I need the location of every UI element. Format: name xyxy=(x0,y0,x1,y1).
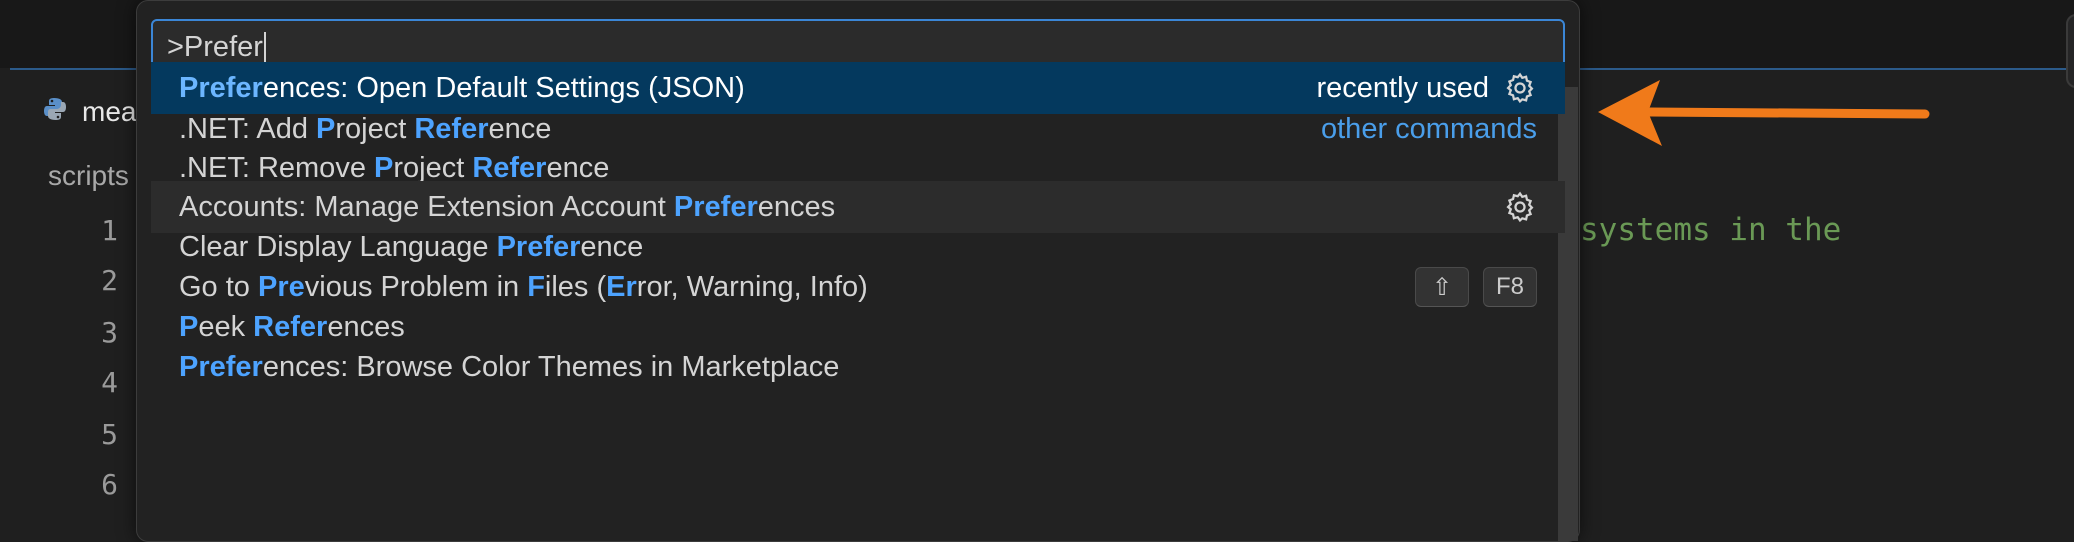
window-scroll-handle[interactable] xyxy=(2066,14,2074,88)
input-text: >Prefer xyxy=(167,31,263,63)
gear-icon[interactable] xyxy=(1503,190,1537,224)
python-icon xyxy=(42,96,68,129)
match-highlight: Er xyxy=(606,270,637,303)
match-highlight: Prefer xyxy=(179,71,263,104)
label-text: vious Problem in xyxy=(304,270,528,303)
match-highlight: Prefer xyxy=(179,350,263,383)
label-text: ror, Warning, Info) xyxy=(636,270,868,303)
line-number: 2 xyxy=(101,264,118,297)
label-text: Accounts: Manage Extension Account xyxy=(179,190,674,223)
label-text: iles ( xyxy=(544,270,607,303)
match-highlight: Pre xyxy=(258,270,305,303)
arrow-left-icon xyxy=(1598,80,1930,146)
gear-icon[interactable] xyxy=(1503,71,1537,105)
other-commands-label: other commands xyxy=(1321,112,1537,145)
label-text: eek xyxy=(198,310,254,343)
label-text: ence xyxy=(488,112,552,145)
line-number: 3 xyxy=(101,316,118,349)
editor-tab[interactable]: mea xyxy=(10,72,140,152)
command-label: Go to Previous Problem in Files (Error, … xyxy=(179,271,868,304)
recently-used-label: recently used xyxy=(1316,71,1490,104)
command-label: Peek References xyxy=(179,311,405,344)
match-highlight: P xyxy=(179,310,199,343)
match-highlight: F xyxy=(527,270,545,303)
label-text: ence xyxy=(546,151,610,184)
label-text: Go to xyxy=(179,270,258,303)
match-highlight: P xyxy=(374,151,394,184)
label-text: roject xyxy=(393,151,473,184)
label-text: ence xyxy=(580,230,644,263)
command-label: .NET: Remove Project Reference xyxy=(179,152,609,185)
line-number: 4 xyxy=(101,366,118,399)
command-label: Accounts: Manage Extension Account Prefe… xyxy=(179,191,835,224)
tab-label: mea xyxy=(82,96,137,127)
line-number: 6 xyxy=(101,468,118,501)
label-text: Clear Display Language xyxy=(179,230,497,263)
label-text: ences: Browse Color Themes in Marketplac… xyxy=(262,350,840,383)
command-label: Clear Display Language Preference xyxy=(179,231,643,264)
command-item[interactable]: Preferences: Browse Color Themes in Mark… xyxy=(151,341,1565,393)
match-highlight: Refer xyxy=(253,310,328,343)
code-comment-fragment[interactable]: systems in the xyxy=(1580,212,1841,248)
breadcrumb[interactable]: scripts xyxy=(48,160,129,192)
command-label: .NET: Add Project Reference xyxy=(179,113,551,146)
label-text: .NET: Add xyxy=(179,112,317,145)
command-label: Preferences: Browse Color Themes in Mark… xyxy=(179,351,839,384)
label-text: roject xyxy=(335,112,415,145)
command-label: Preferences: Open Default Settings (JSON… xyxy=(179,72,745,105)
match-highlight: Prefer xyxy=(496,230,581,263)
match-highlight: Prefer xyxy=(673,190,758,223)
match-highlight: Refer xyxy=(472,151,547,184)
label-text: ences xyxy=(757,190,836,223)
line-number: 1 xyxy=(101,214,118,247)
label-text: ences: Open Default Settings (JSON) xyxy=(262,71,745,104)
text-caret xyxy=(263,32,266,65)
match-highlight: P xyxy=(316,112,336,145)
match-highlight: Refer xyxy=(414,112,489,145)
label-text: ences xyxy=(327,310,405,343)
command-palette: >Prefer Preferences: Open Default Settin… xyxy=(136,0,1580,542)
line-number: 5 xyxy=(101,418,118,451)
label-text: .NET: Remove xyxy=(179,151,374,184)
